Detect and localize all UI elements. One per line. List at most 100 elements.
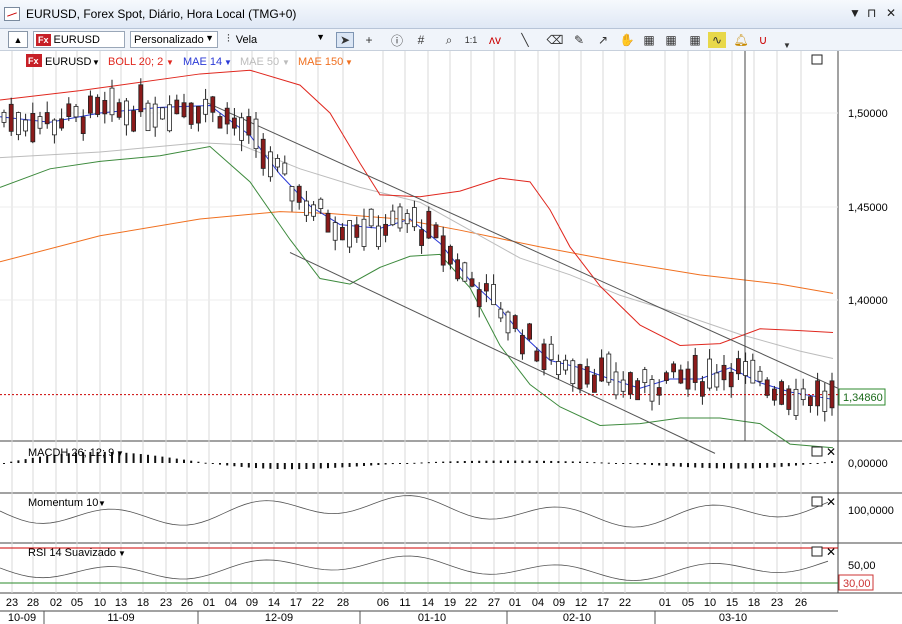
candle [8, 103, 14, 132]
legend-mae150[interactable]: MAE 150 [298, 56, 343, 68]
macd-bar [571, 461, 574, 463]
candle [800, 388, 806, 401]
magnet-icon[interactable]: ∪ [754, 32, 772, 48]
template-icon-1[interactable]: ▦ [640, 32, 658, 48]
macd-bar [751, 463, 754, 469]
candle [390, 210, 396, 226]
trendline-lower[interactable] [289, 252, 716, 454]
month-tick: 03-10 [719, 612, 747, 624]
macd-legend[interactable]: MACDH 26; 12; 9 [28, 447, 114, 459]
macd-bar [586, 461, 589, 463]
dropdown-menu-icon[interactable]: ▼ [849, 6, 861, 20]
macd-bar [226, 463, 229, 466]
candle [577, 364, 583, 390]
close-pane-icon[interactable]: ✕ [826, 495, 836, 509]
candle [685, 368, 691, 390]
legend-mae50[interactable]: MAE 50 [240, 56, 279, 68]
restore-window-icon[interactable]: ⊓ [867, 6, 876, 20]
legend-mae14[interactable]: MAE 14 [183, 56, 222, 68]
chevron-down-icon[interactable]: ▼ [98, 499, 106, 508]
macd-bar [665, 463, 668, 466]
legend-boll[interactable]: BOLL 20; 2 [108, 56, 163, 68]
maximize-pane-icon[interactable] [811, 546, 823, 557]
maximize-pane-icon[interactable] [811, 496, 823, 507]
template-icon-2[interactable]: ▦ [662, 32, 680, 48]
price-chart[interactable]: 1,50000 1,45000 1,40000 1,34860 0,00000 … [0, 51, 902, 624]
maximize-pane-icon[interactable] [811, 54, 823, 65]
template-icon-3[interactable]: ▦ [686, 32, 704, 48]
alert-bell-icon[interactable]: 🔔︎ [732, 32, 750, 48]
symbol-input[interactable]: Fx EURUSD [33, 31, 125, 48]
macd-bar [240, 463, 243, 467]
macd-bar [327, 463, 329, 469]
macd-bar [795, 463, 797, 466]
arrow-tool-icon[interactable]: ↗ [594, 32, 612, 48]
candle [116, 102, 122, 118]
chevron-down-icon[interactable]: ▼ [345, 58, 353, 67]
macd-bar [535, 460, 538, 463]
collapse-up-button[interactable]: ▲ [8, 31, 28, 48]
candle [750, 359, 756, 384]
candle [570, 360, 576, 385]
line-icon[interactable]: ╲ [516, 32, 534, 48]
chevron-down-icon[interactable]: ▼ [92, 58, 100, 67]
info-icon[interactable]: ⓘ [388, 32, 406, 48]
grid-icon[interactable]: # [412, 32, 430, 48]
candle [599, 357, 604, 382]
candle [289, 186, 295, 202]
chevron-down-icon[interactable]: ▼ [224, 58, 232, 67]
ratio-icon[interactable]: 1:1 [462, 32, 480, 48]
candle [793, 388, 799, 416]
close-pane-icon[interactable]: ✕ [826, 545, 836, 559]
mae50-line [0, 142, 834, 360]
macd-bar [406, 463, 409, 464]
maximize-pane-icon[interactable] [811, 446, 823, 457]
template-icon-4[interactable]: ∿ [708, 32, 726, 48]
indicator-icon[interactable]: ʌv [486, 32, 504, 48]
chevron-down-icon[interactable]: ▼ [282, 58, 290, 67]
symbol-value: EURUSD [53, 33, 100, 46]
pencil-icon[interactable]: ✎ [570, 32, 588, 48]
macd-bar [629, 463, 632, 464]
macd-bar [579, 461, 581, 463]
hand-tool-icon[interactable]: ✋ [618, 32, 636, 48]
candle [159, 107, 165, 120]
eraser-icon[interactable]: ⌫ [546, 32, 564, 48]
macd-bar [255, 463, 257, 469]
candle [649, 379, 655, 402]
macd-bar [391, 463, 394, 465]
macd-bar [679, 463, 682, 467]
close-pane-icon[interactable]: ✕ [826, 445, 836, 459]
candle [613, 371, 619, 396]
layout-select[interactable]: Personalizado ▼ [130, 31, 218, 48]
cursor-icon[interactable]: ➤ [336, 32, 354, 48]
macd-bar [485, 460, 488, 463]
candle [563, 359, 568, 371]
chevron-down-icon[interactable]: ▼ [166, 58, 174, 67]
candle [239, 117, 245, 141]
candle [707, 358, 712, 389]
candle [772, 388, 777, 401]
day-tick: 28 [337, 597, 349, 609]
price-label: 1,45000 [848, 202, 888, 214]
rsi-legend[interactable]: RSI 14 Suavizado [28, 547, 116, 559]
macd-bar [283, 463, 286, 470]
momentum-legend[interactable]: Momentum 10 [28, 497, 98, 509]
macd-bar [773, 463, 776, 468]
candle [656, 387, 662, 396]
chart-area[interactable]: 1,50000 1,45000 1,40000 1,34860 0,00000 … [0, 51, 902, 624]
candle [433, 224, 439, 239]
candle [52, 119, 57, 136]
crosshair-icon[interactable]: + [360, 32, 378, 48]
candle [124, 100, 129, 126]
chevron-down-icon[interactable]: ▼ [118, 549, 126, 558]
candle [808, 396, 813, 407]
day-tick: 10 [704, 597, 716, 609]
legend-symbol[interactable]: EURUSD [45, 56, 92, 68]
candle [1, 111, 7, 123]
macd-bar [183, 459, 185, 463]
chart-type-select[interactable]: ⫶ Vela ▼ [224, 31, 328, 48]
chevron-down-icon[interactable]: ▼ [116, 449, 124, 458]
zoom-icon[interactable]: ⌕ [440, 32, 458, 48]
close-window-icon[interactable]: ✕ [886, 6, 896, 20]
